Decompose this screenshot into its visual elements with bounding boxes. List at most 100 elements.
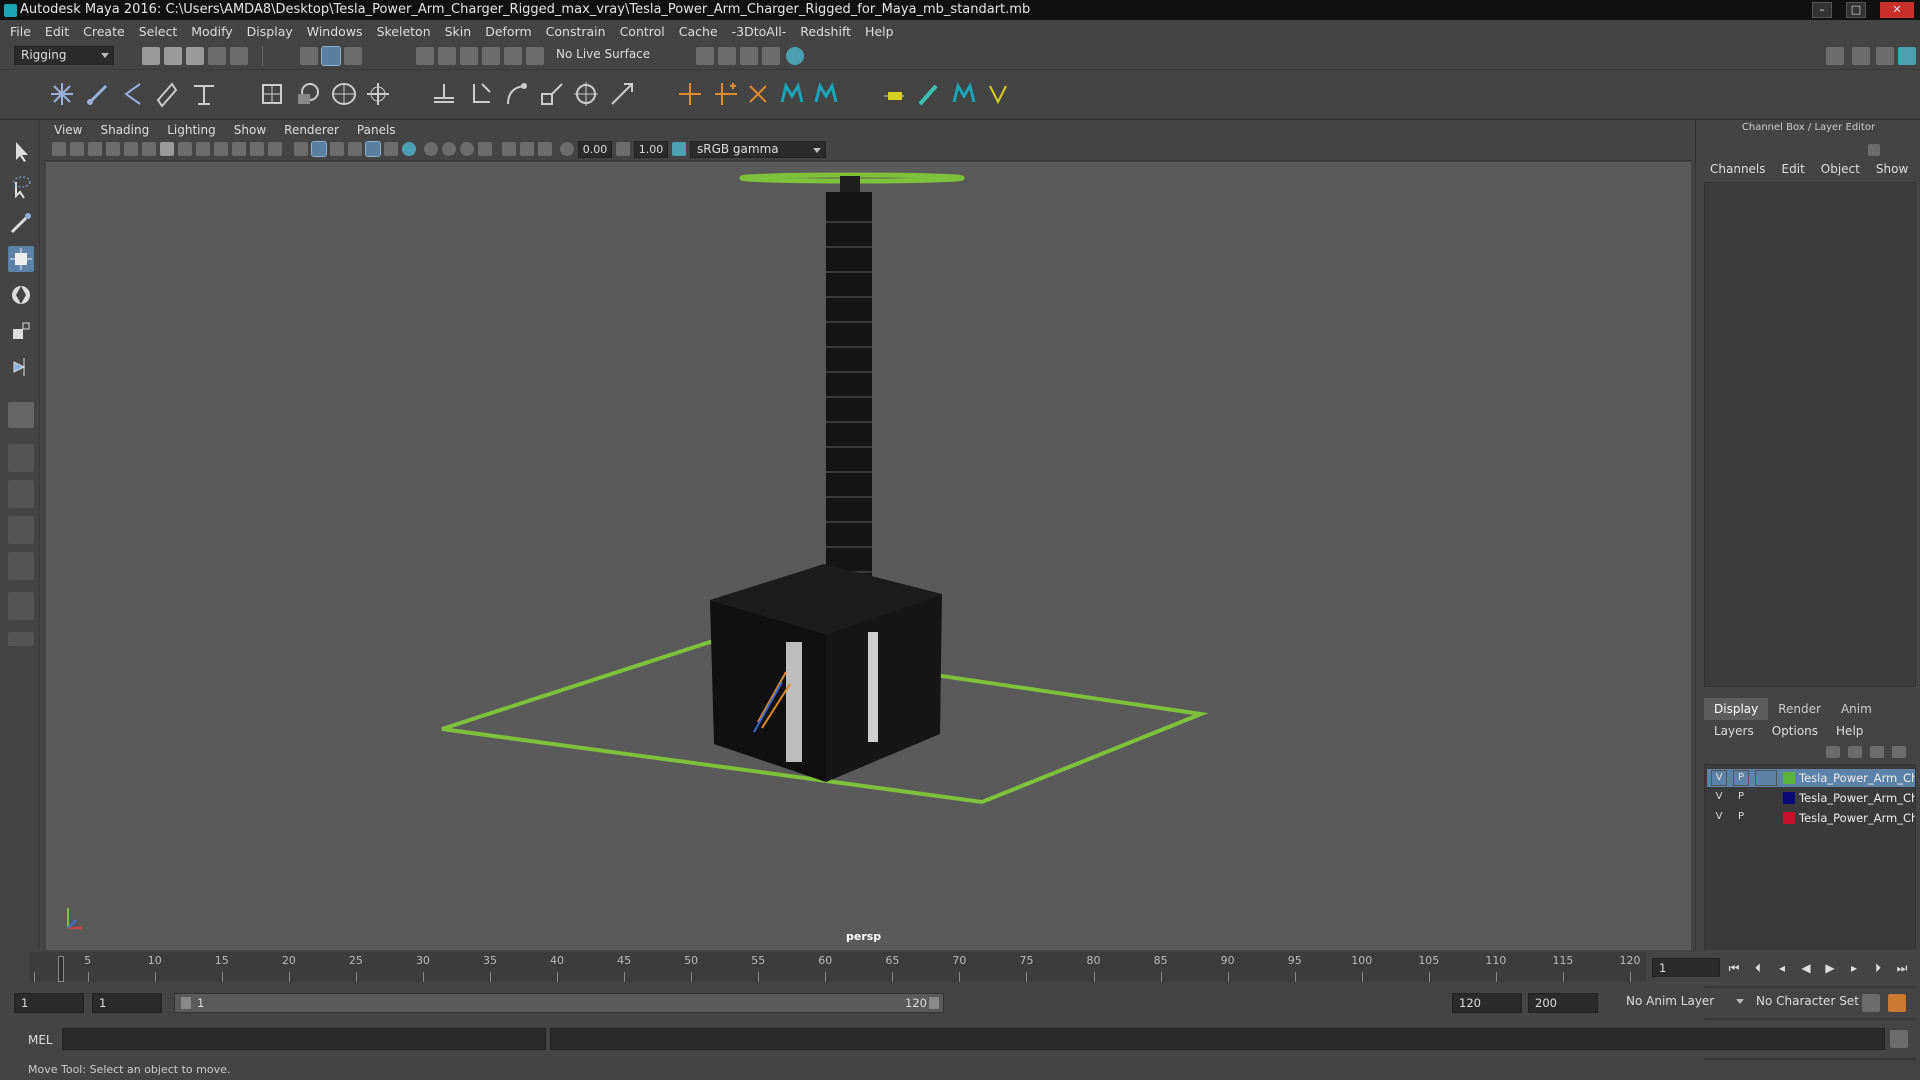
snap-grid-icon[interactable] bbox=[416, 47, 434, 65]
depth-of-field-icon[interactable] bbox=[460, 142, 474, 156]
help-menu[interactable]: Help bbox=[1836, 724, 1863, 738]
menu-modify[interactable]: Modify bbox=[191, 24, 232, 39]
paint-brush-icon[interactable] bbox=[914, 80, 942, 108]
layer-color-swatch[interactable] bbox=[1783, 812, 1795, 824]
xray-icon[interactable] bbox=[502, 142, 516, 156]
tool-settings-icon[interactable] bbox=[1876, 47, 1894, 65]
step-back-key-icon[interactable]: ◂ bbox=[1774, 960, 1790, 976]
scale-tool-icon[interactable] bbox=[8, 318, 34, 344]
layer-display-type[interactable] bbox=[1755, 790, 1777, 806]
layer-row[interactable]: V P Tesla_Power_Arm_Char bbox=[1707, 769, 1915, 787]
ambient-occlusion-icon[interactable] bbox=[402, 142, 416, 156]
edit-menu[interactable]: Edit bbox=[1782, 162, 1805, 176]
cluster-icon[interactable] bbox=[258, 80, 286, 108]
tab-anim[interactable]: Anim bbox=[1831, 698, 1882, 720]
layer-visibility-toggle[interactable]: V bbox=[1711, 770, 1727, 786]
layout-persp-outliner-icon[interactable] bbox=[8, 552, 34, 580]
new-layer-icon[interactable] bbox=[1870, 746, 1884, 758]
undo-icon[interactable] bbox=[208, 47, 226, 65]
aim-constraint-icon[interactable] bbox=[572, 80, 600, 108]
ik-handle-icon[interactable] bbox=[84, 80, 112, 108]
last-tool-icon[interactable] bbox=[8, 354, 34, 380]
layer-name[interactable]: Tesla_Power_Arm_Char bbox=[1799, 791, 1915, 805]
layout-outliner-icon[interactable] bbox=[8, 592, 34, 620]
locator-plus-icon[interactable] bbox=[712, 80, 740, 108]
view-transform-dropdown[interactable]: sRGB gamma bbox=[690, 141, 826, 158]
joint-tool-icon[interactable] bbox=[48, 80, 76, 108]
camera-attr-icon[interactable] bbox=[70, 142, 84, 156]
channels-menu[interactable]: Channels bbox=[1710, 162, 1766, 176]
go-to-start-icon[interactable]: ⏮ bbox=[1726, 960, 1742, 976]
redo-icon[interactable] bbox=[230, 47, 248, 65]
play-forward-icon[interactable]: ▶ bbox=[1822, 960, 1838, 976]
bookmark-icon[interactable] bbox=[88, 142, 102, 156]
viewport-menu-panels[interactable]: Panels bbox=[357, 123, 396, 137]
layer-visibility-toggle[interactable]: V bbox=[1711, 810, 1727, 826]
xray-joints-icon[interactable] bbox=[520, 142, 534, 156]
auto-key-icon[interactable] bbox=[1862, 994, 1880, 1012]
open-scene-icon[interactable] bbox=[164, 47, 182, 65]
range-start-handle[interactable] bbox=[181, 997, 191, 1009]
blendshape-icon[interactable] bbox=[294, 80, 322, 108]
hik-character-icon[interactable] bbox=[778, 80, 806, 108]
smooth-shade-icon[interactable] bbox=[311, 141, 327, 157]
tab-render[interactable]: Render bbox=[1768, 698, 1831, 720]
film-gate-icon[interactable] bbox=[178, 142, 192, 156]
go-to-end-icon[interactable]: ⏭ bbox=[1894, 960, 1910, 976]
render-frame-icon[interactable] bbox=[718, 47, 736, 65]
layer-playback-toggle[interactable]: P bbox=[1733, 770, 1749, 786]
grid-icon[interactable] bbox=[160, 142, 174, 156]
layer-color-swatch[interactable] bbox=[1783, 772, 1795, 784]
locator-icon[interactable] bbox=[676, 80, 704, 108]
script-editor-icon[interactable] bbox=[1890, 1030, 1908, 1048]
camera-select-icon[interactable] bbox=[52, 142, 66, 156]
layout-side-by-side-icon[interactable] bbox=[8, 480, 34, 508]
persp-viewport[interactable]: persp bbox=[46, 162, 1691, 952]
gate-mask-icon[interactable] bbox=[214, 142, 228, 156]
lasso-tool-icon[interactable] bbox=[8, 174, 34, 200]
v-tool-icon[interactable] bbox=[984, 80, 1012, 108]
minimize-button[interactable]: – bbox=[1812, 2, 1832, 18]
animation-start-field[interactable]: 1 bbox=[14, 993, 84, 1013]
layout-more-icon[interactable] bbox=[8, 632, 34, 646]
pole-vector-icon[interactable] bbox=[608, 80, 636, 108]
layout-persp-graph-icon[interactable] bbox=[8, 516, 34, 544]
point-constraint-icon[interactable] bbox=[466, 80, 494, 108]
layer-move-down-icon[interactable] bbox=[1848, 746, 1862, 758]
step-forward-icon[interactable]: ⏵ bbox=[1870, 960, 1886, 976]
ribbon-icon[interactable] bbox=[880, 80, 908, 108]
modeling-toolkit-icon[interactable] bbox=[1826, 47, 1844, 65]
render-view-icon[interactable] bbox=[696, 47, 714, 65]
step-back-icon[interactable]: ⏴ bbox=[1750, 960, 1766, 976]
exposure-field[interactable]: 0.00 bbox=[578, 141, 612, 158]
playback-start-field[interactable]: 1 bbox=[92, 993, 162, 1013]
cluster-handle-icon[interactable] bbox=[744, 80, 772, 108]
menu-control[interactable]: Control bbox=[620, 24, 665, 39]
anim-preferences-icon[interactable] bbox=[1888, 994, 1906, 1012]
paint-select-icon[interactable] bbox=[8, 210, 34, 236]
menu-display[interactable]: Display bbox=[247, 24, 293, 39]
select-component-icon[interactable] bbox=[344, 47, 362, 65]
channel-list[interactable] bbox=[1704, 182, 1916, 687]
command-input[interactable] bbox=[62, 1028, 546, 1050]
attribute-editor-icon[interactable] bbox=[1852, 47, 1870, 65]
layout-single-icon[interactable] bbox=[8, 402, 34, 428]
playback-end-field[interactable]: 120 bbox=[1452, 993, 1522, 1013]
save-scene-icon[interactable] bbox=[186, 47, 204, 65]
select-hierarchy-icon[interactable] bbox=[300, 47, 318, 65]
safe-action-icon[interactable] bbox=[250, 142, 264, 156]
new-scene-icon[interactable] bbox=[142, 47, 160, 65]
layer-display-type[interactable] bbox=[1755, 810, 1777, 826]
menu-constrain[interactable]: Constrain bbox=[546, 24, 606, 39]
tab-display[interactable]: Display bbox=[1704, 698, 1769, 720]
isolate-select-icon[interactable] bbox=[478, 142, 492, 156]
show-menu[interactable]: Show bbox=[1876, 162, 1908, 176]
layer-playback-toggle[interactable]: P bbox=[1733, 790, 1749, 806]
paint-weights-icon[interactable] bbox=[190, 80, 218, 108]
range-bar[interactable]: 1 120 bbox=[174, 993, 944, 1013]
resolution-gate-icon[interactable] bbox=[196, 142, 210, 156]
layer-row[interactable]: V P Tesla_Power_Arm_Char bbox=[1707, 789, 1915, 807]
play-backward-icon[interactable]: ◀ bbox=[1798, 960, 1814, 976]
pin-icon[interactable] bbox=[1868, 144, 1880, 156]
character-set-dropdown[interactable]: No Character Set bbox=[1750, 993, 1868, 1013]
